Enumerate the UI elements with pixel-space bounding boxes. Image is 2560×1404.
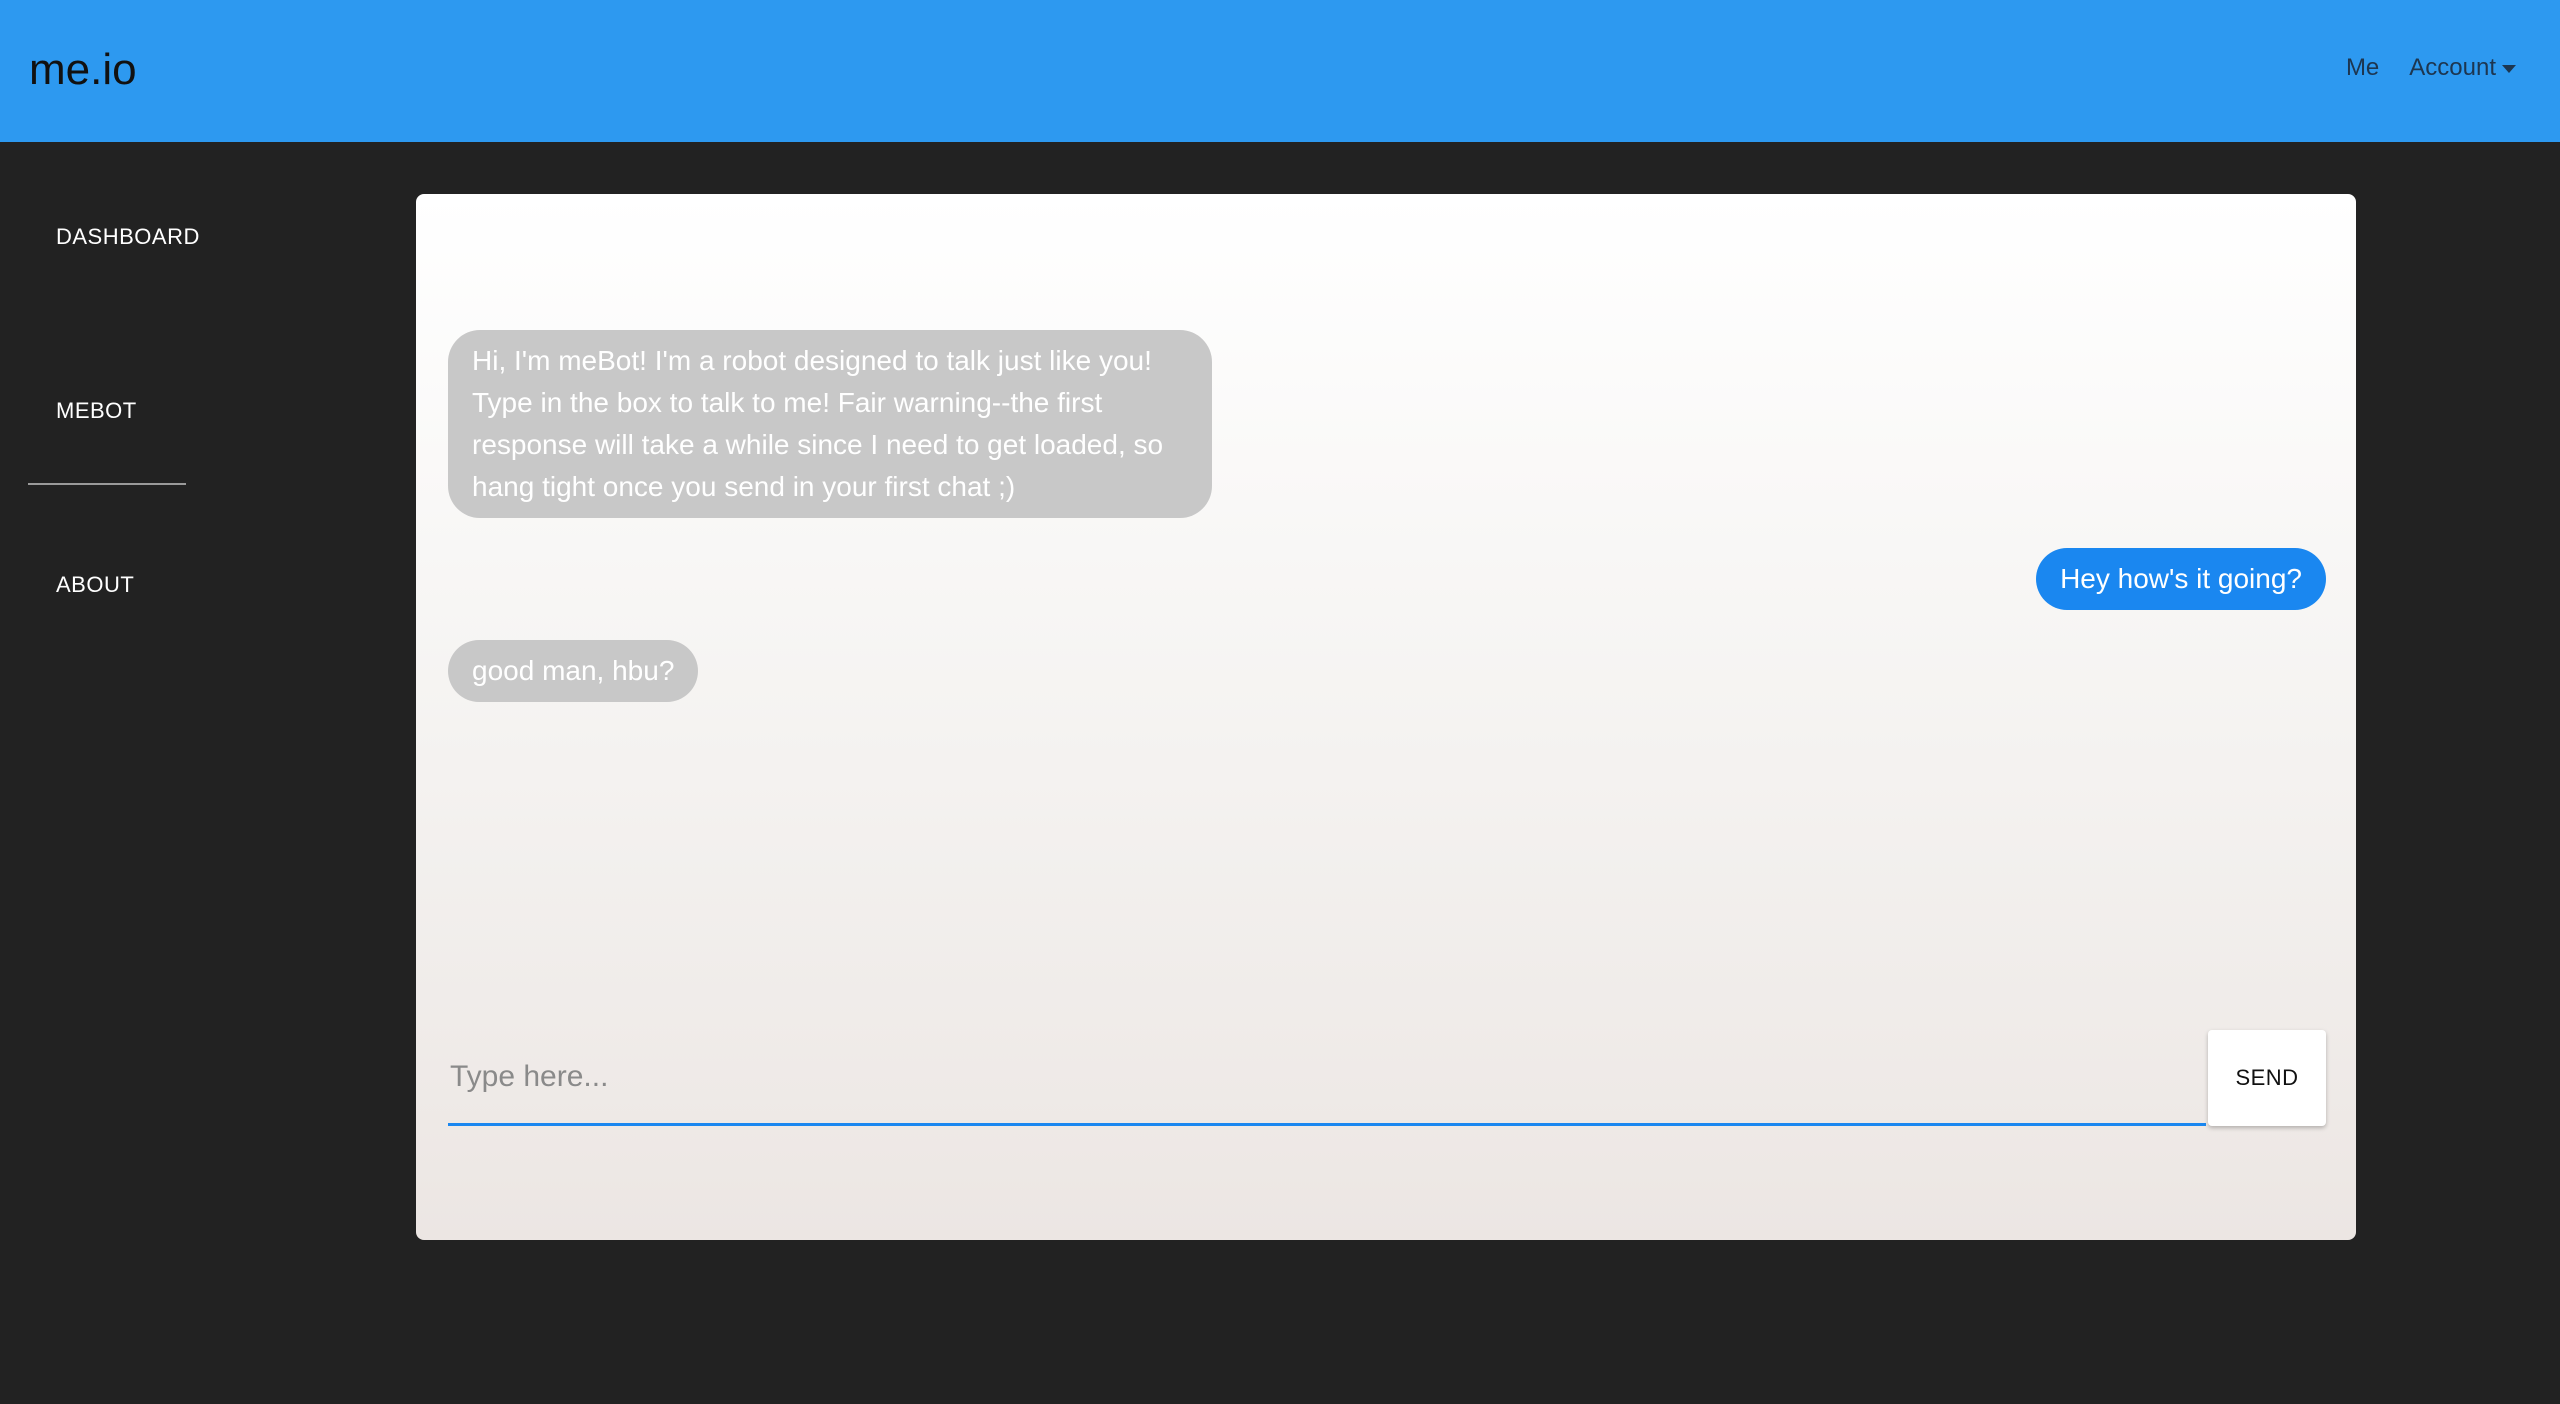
chat-input[interactable]	[448, 1030, 2206, 1126]
send-button[interactable]: SEND	[2208, 1030, 2326, 1126]
chat-input-row: SEND	[448, 1030, 2326, 1126]
nav-link-me[interactable]: Me	[2346, 52, 2379, 84]
top-navbar: me.io Me Account	[0, 0, 2560, 142]
top-nav: Me Account	[2346, 52, 2516, 84]
caret-down-icon	[2502, 65, 2516, 73]
account-dropdown[interactable]: Account	[2409, 52, 2516, 84]
sidebar-item-dashboard[interactable]: DASHBOARD	[56, 222, 200, 252]
chat-message-bot: good man, hbu?	[448, 640, 699, 702]
sidebar: DASHBOARD MEBOT ABOUT	[0, 142, 300, 1404]
sidebar-active-divider	[28, 483, 186, 485]
chat-panel: Hi, I'm meBot! I'm a robot designed to t…	[416, 194, 2356, 1240]
sidebar-item-mebot[interactable]: MEBOT	[56, 396, 137, 426]
account-label: Account	[2409, 54, 2496, 81]
chat-message-bot: Hi, I'm meBot! I'm a robot designed to t…	[448, 330, 1212, 518]
chat-message-user: Hey how's it going?	[2036, 548, 2326, 610]
brand-logo[interactable]: me.io	[29, 42, 137, 98]
sidebar-item-about[interactable]: ABOUT	[56, 570, 134, 600]
